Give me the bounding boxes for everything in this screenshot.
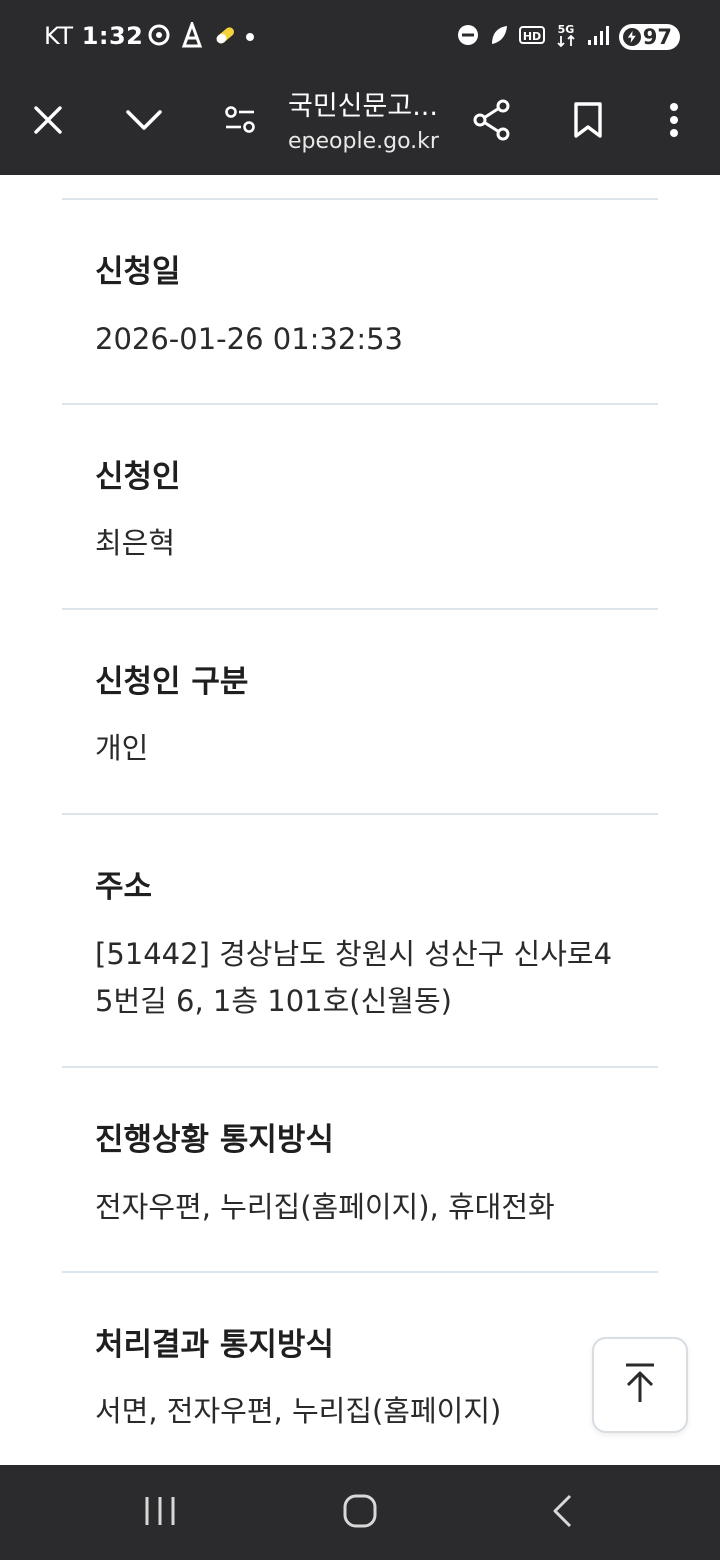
do-not-disturb-icon <box>457 24 479 50</box>
field-label-applicant: 신청인 <box>95 459 181 495</box>
chevron-down-icon <box>125 108 163 136</box>
signal-icon <box>587 24 609 50</box>
pill-icon <box>212 22 238 52</box>
field-value-applicant: 최은혁 <box>95 526 176 560</box>
field-label-progress-notification: 진행상황 통지방식 <box>95 1122 334 1158</box>
divider <box>62 1066 658 1068</box>
divider <box>62 403 658 405</box>
divider <box>62 198 658 200</box>
back-icon <box>550 1493 574 1533</box>
more-vert-icon <box>668 102 680 142</box>
notification-icons <box>146 19 254 52</box>
page-title-block[interactable]: 국민신문고... epeople.go.kr <box>288 84 458 154</box>
share-icon <box>472 99 512 145</box>
bookmark-icon <box>572 101 604 143</box>
home-icon <box>342 1493 378 1533</box>
field-label-application-date: 신청일 <box>95 254 181 290</box>
field-label-address: 주소 <box>95 869 153 905</box>
address-line-2: 5번길 6, 1층 101호(신월동) <box>95 984 452 1018</box>
recent-apps-button[interactable] <box>130 1489 190 1537</box>
address-line-1: [51442] 경상남도 창원시 성산구 신사로4 <box>95 937 613 971</box>
arrow-up-to-top-icon <box>623 1362 657 1408</box>
carrier-time: KT 1:32 <box>44 22 143 50</box>
battery-level: 97 <box>642 25 672 49</box>
5g-icon: 5G <box>555 22 577 52</box>
system-nav-bar <box>0 1465 720 1560</box>
site-settings-icon <box>223 105 257 139</box>
more-options-button[interactable] <box>642 90 706 154</box>
scroll-to-top-button[interactable] <box>592 1337 688 1433</box>
hd-voice-icon: HD <box>518 25 545 49</box>
field-value-result-notification: 서면, 전자우편, 누리집(홈페이지) <box>95 1394 502 1428</box>
site-settings-button[interactable] <box>208 90 272 154</box>
page-url: epeople.go.kr <box>288 129 439 154</box>
divider <box>62 608 658 610</box>
sync-icon <box>146 22 172 52</box>
system-icons: HD 5G 97 <box>457 22 680 52</box>
divider <box>62 813 658 815</box>
share-button[interactable] <box>460 90 524 154</box>
svg-text:5G: 5G <box>557 23 574 36</box>
field-value-progress-notification: 전자우편, 누리집(홈페이지), 휴대전화 <box>95 1190 555 1224</box>
recent-apps-icon <box>143 1494 177 1532</box>
carrier-label: KT <box>44 22 74 50</box>
eco-leaf-icon <box>489 24 509 50</box>
app-notification-icon <box>180 19 204 52</box>
home-button[interactable] <box>330 1489 390 1537</box>
page-content[interactable]: 신청일 2026-01-26 01:32:53 신청인 최은혁 신청인 구분 개… <box>0 175 720 1465</box>
close-button[interactable] <box>16 90 80 154</box>
status-bar: KT 1:32 HD 5G 97 <box>0 0 720 72</box>
more-notifications-dot <box>246 33 254 41</box>
minimize-button[interactable] <box>112 90 176 154</box>
close-icon <box>32 104 64 140</box>
field-value-application-date: 2026-01-26 01:32:53 <box>95 322 403 356</box>
field-value-address: [51442] 경상남도 창원시 성산구 신사로4 5번길 6, 1층 101호… <box>95 931 635 1025</box>
field-label-result-notification: 처리결과 통지방식 <box>95 1327 334 1363</box>
field-label-applicant-type: 신청인 구분 <box>95 664 249 700</box>
clock: 1:32 <box>81 22 144 50</box>
page-title: 국민신문고... <box>288 91 438 122</box>
charging-icon <box>622 28 641 46</box>
battery-indicator: 97 <box>618 24 680 50</box>
back-button[interactable] <box>532 1489 592 1537</box>
browser-toolbar: 국민신문고... epeople.go.kr <box>0 72 720 175</box>
bookmark-button[interactable] <box>556 90 620 154</box>
divider <box>62 1271 658 1273</box>
svg-text:HD: HD <box>523 30 541 43</box>
field-value-applicant-type: 개인 <box>95 731 149 765</box>
